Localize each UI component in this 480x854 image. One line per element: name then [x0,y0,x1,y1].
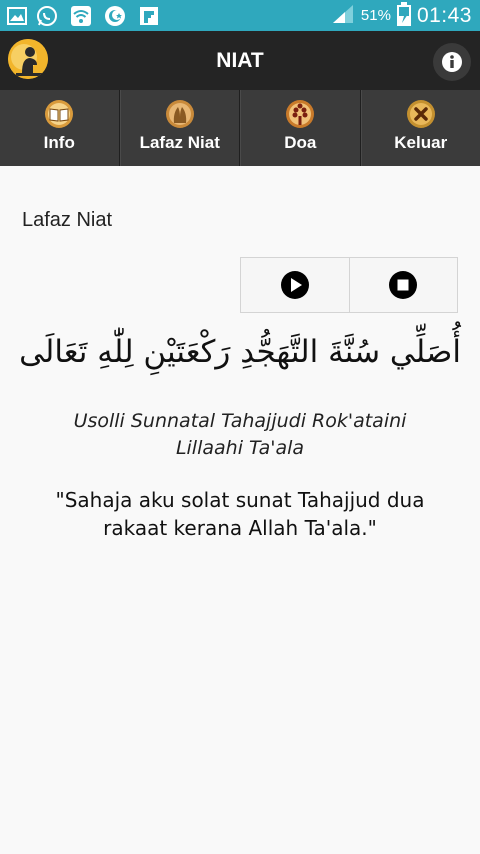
gallery-icon [6,5,28,27]
section-title: Lafaz Niat [22,209,113,231]
status-right: 51% 01:43 [331,0,472,31]
clock: 01:43 [416,3,472,27]
book-icon [44,99,74,129]
status-bar: 51% 01:43 [0,0,480,31]
battery-charging-icon [396,1,411,30]
whatsapp-icon [36,5,58,27]
praying-man-logo-icon[interactable] [8,39,48,79]
tab-bar: Info Lafaz Niat Doa Keluar [0,90,480,166]
signal-icon [331,3,355,29]
tab-label: Doa [284,133,317,152]
action-bar: NIAT [0,31,480,90]
stop-button[interactable] [348,258,458,312]
play-button[interactable] [241,258,349,312]
tab-label: Info [43,133,75,152]
prayer-beads-icon [285,99,315,129]
stop-icon [389,271,418,299]
arabic-niat-text: أُصَلِّي سُنَّةَ التَّهَجُّدِ رَكْعَتَيْ… [19,334,461,370]
tab-label: Lafaz Niat [139,133,220,152]
flipboard-icon [138,5,160,27]
tab-keluar[interactable]: Keluar [360,90,480,166]
wifi-download-icon [70,5,92,27]
info-icon [442,52,462,72]
main-content: Lafaz Niat أُصَلِّي سُنَّةَ التَّهَجُّدِ… [0,166,480,854]
meaning-text: "Sahaja aku solat sunat Tahajjud dua rak… [55,488,425,540]
info-button[interactable] [433,43,471,81]
transliteration-text: Usolli Sunnatal Tahajjudi Rok'ataini Lil… [73,410,407,459]
tab-doa[interactable]: Doa [240,90,361,166]
tab-lafaz-niat[interactable]: Lafaz Niat [119,90,240,166]
tab-label: Keluar [394,133,448,152]
battery-percent: 51% [360,7,391,24]
tab-info[interactable]: Info [0,90,120,166]
exit-x-icon [406,99,436,129]
audio-controls [240,257,458,313]
praying-hands-icon [165,99,195,129]
moon-star-icon [104,5,126,27]
page-title: NIAT [216,49,264,72]
play-icon [280,271,309,299]
